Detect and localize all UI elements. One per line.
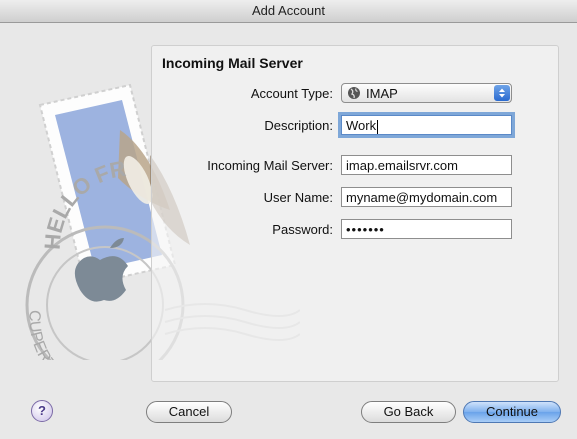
incoming-server-field[interactable]: imap.emailsrvr.com xyxy=(341,155,512,175)
section-heading: Incoming Mail Server xyxy=(162,55,303,71)
description-value: Work xyxy=(346,118,377,133)
password-field[interactable]: ••••••• xyxy=(341,219,512,239)
go-back-button[interactable]: Go Back xyxy=(361,401,456,423)
incoming-server-label: Incoming Mail Server: xyxy=(207,158,333,173)
user-name-field[interactable]: myname@mydomain.com xyxy=(341,187,512,207)
help-button[interactable]: ? xyxy=(31,400,53,422)
title-bar[interactable]: Add Account xyxy=(0,0,577,23)
continue-button[interactable]: Continue xyxy=(463,401,561,423)
updown-arrows-icon xyxy=(494,85,510,101)
add-account-window: Add Account HELLO FR CUPERTINO, CA Incom… xyxy=(0,0,577,439)
description-label: Description: xyxy=(264,118,333,133)
account-type-label: Account Type: xyxy=(250,86,333,101)
svg-text:CUPERTINO, CA: CUPERTINO, CA xyxy=(25,310,102,360)
password-label: Password: xyxy=(272,222,333,237)
account-type-select[interactable]: IMAP xyxy=(341,83,512,103)
user-name-label: User Name: xyxy=(263,190,333,205)
window-title: Add Account xyxy=(252,3,325,18)
description-field[interactable]: Work xyxy=(341,115,512,135)
account-type-value: IMAP xyxy=(366,86,398,101)
globe-icon xyxy=(348,87,360,99)
text-caret xyxy=(377,119,379,134)
cancel-button[interactable]: Cancel xyxy=(146,401,232,423)
stamp-text-bottom: CUPERTINO, CA xyxy=(25,310,102,360)
